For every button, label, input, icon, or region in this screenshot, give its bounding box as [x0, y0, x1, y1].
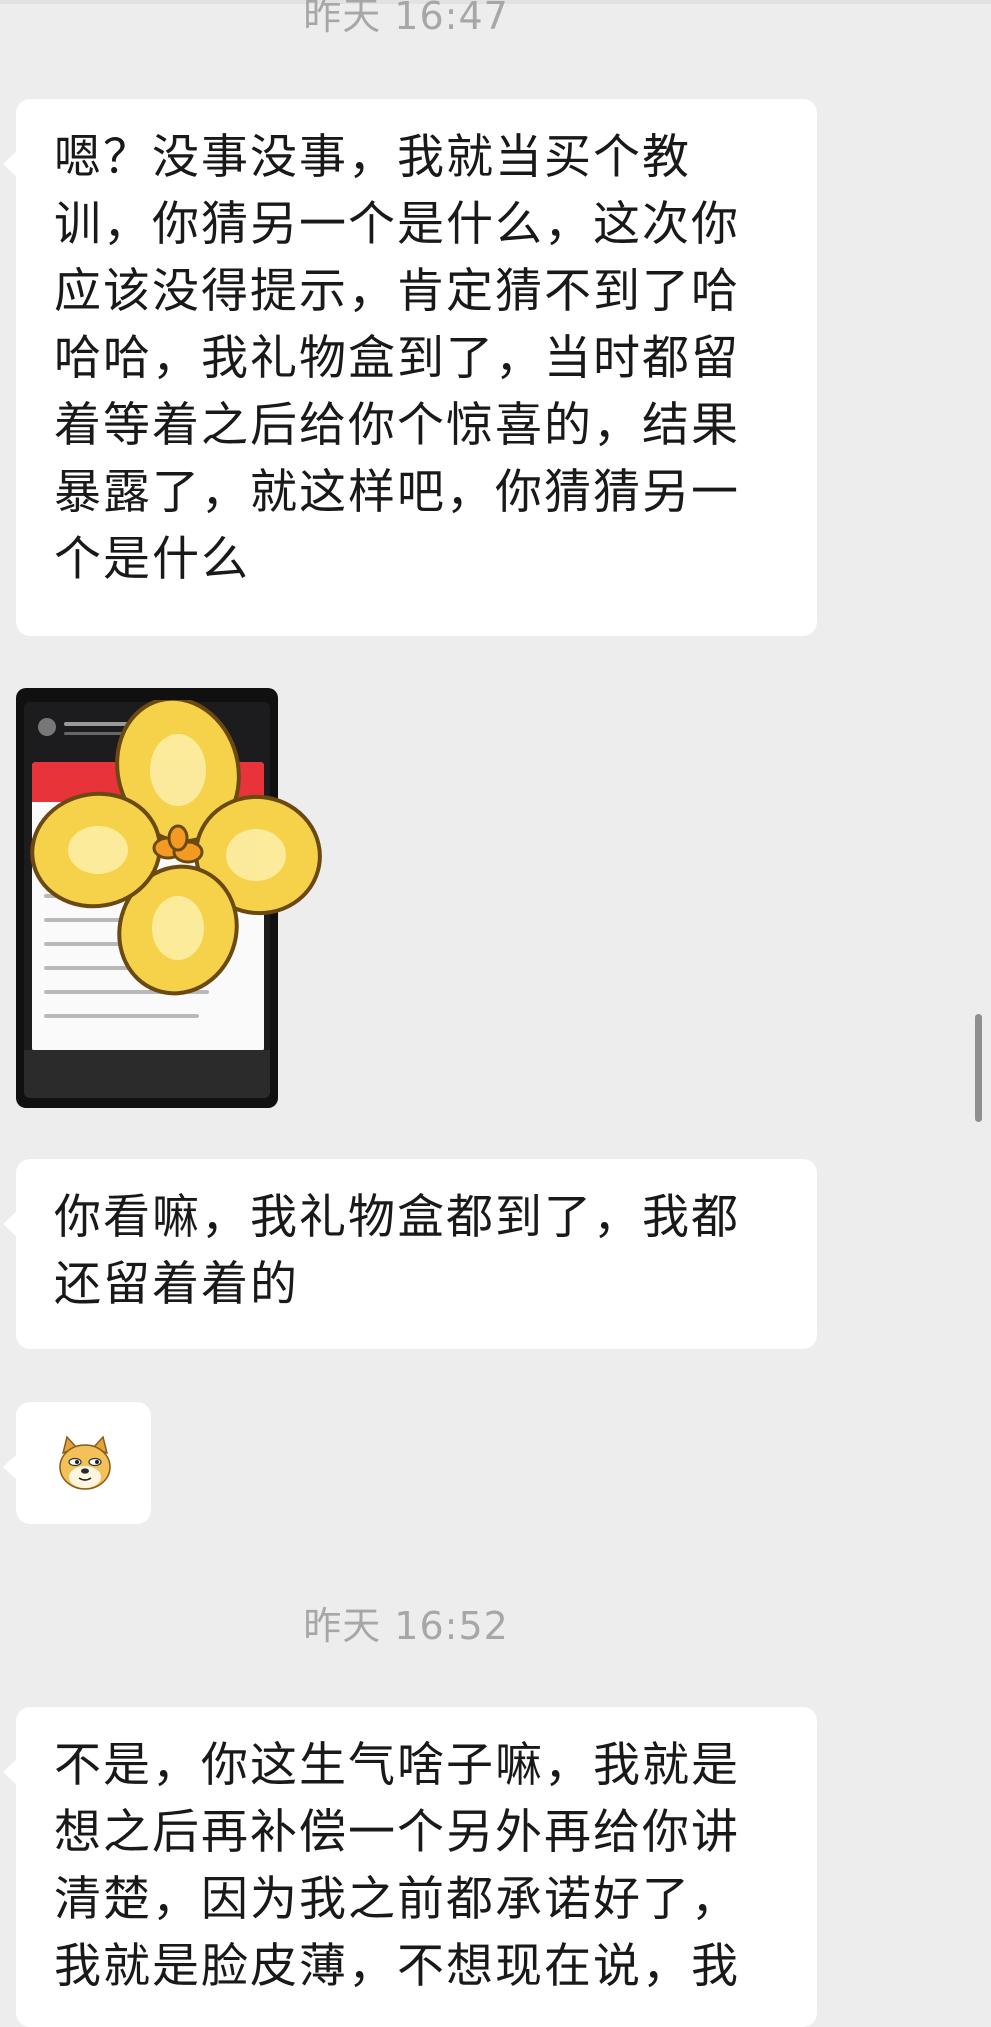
app-panel: [32, 762, 264, 1052]
message-bubble[interactable]: 不是，你这生气啥子嘛，我就是想之后再补偿一个另外再给你讲清楚，因为我之前都承诺好…: [3, 1707, 817, 2027]
message-text: 你看嘛，我礼物盒都到了，我都还留着着的: [54, 1190, 740, 1312]
screenshot-thumbnail: [24, 702, 270, 1098]
avatar: [38, 718, 56, 736]
timestamp: 昨天 16:52: [303, 1604, 509, 1648]
message-bubble[interactable]: 嗯？没事没事，我就当买个教训，你猜另一个是什么，这次你应该没得提示，肯定猜不到了…: [3, 99, 817, 636]
bottom-bar: [24, 1050, 270, 1098]
message-bubble[interactable]: 你看嘛，我礼物盒都到了，我都还留着着的: [3, 1159, 817, 1349]
timestamp: 昨天 16:47: [303, 0, 509, 38]
message-text: 嗯？没事没事，我就当买个教训，你猜另一个是什么，这次你应该没得提示，肯定猜不到了…: [54, 130, 740, 587]
emoji-message[interactable]: [3, 1402, 151, 1524]
scrollbar[interactable]: [975, 1014, 982, 1122]
doge-emoji-icon: [59, 1435, 111, 1490]
message-text: 不是，你这生气啥子嘛，我就是想之后再补偿一个另外再给你讲清楚，因为我之前都承诺好…: [54, 1738, 740, 1994]
image-message[interactable]: [16, 688, 322, 1108]
